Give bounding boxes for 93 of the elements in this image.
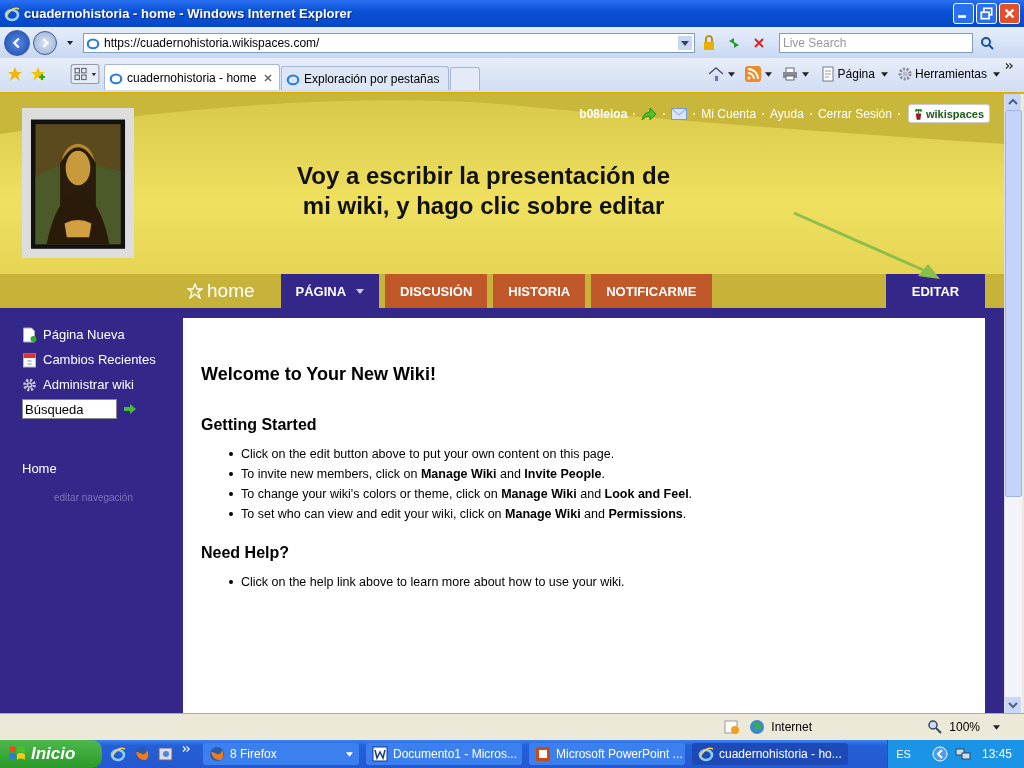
- scroll-up-icon[interactable]: [1005, 94, 1021, 110]
- warning-icon: [724, 719, 741, 735]
- section-heading: Getting Started: [201, 416, 318, 434]
- scrollbar[interactable]: [1004, 94, 1022, 713]
- window-title: cuadernohistoria - home - Windows Internet Explorer: [24, 6, 353, 21]
- wikispaces-logo[interactable]: wikispaces: [907, 104, 990, 123]
- taskbar-button[interactable]: Microsoft PowerPoint ...: [529, 743, 685, 765]
- home-icon[interactable]: [707, 66, 724, 82]
- page-icon: [819, 66, 836, 82]
- caret-icon[interactable]: [66, 38, 74, 47]
- star-icon: [187, 283, 203, 299]
- clock: 13:45: [981, 747, 1012, 761]
- chevron-icon[interactable]: [1005, 62, 1014, 70]
- scroll-down-icon[interactable]: [1005, 697, 1021, 713]
- ie-icon[interactable]: [110, 746, 126, 762]
- nav-tab[interactable]: NOTIFICARME: [591, 274, 712, 308]
- caret-icon: [880, 71, 888, 77]
- caret-icon[interactable]: [993, 724, 1000, 730]
- quick-tabs-icon[interactable]: [70, 64, 100, 84]
- bullet-icon: [229, 452, 233, 456]
- taskbar-button[interactable]: 8 Firefox: [203, 743, 359, 765]
- list-item: Click on the edit button above to put your own content on this page.: [241, 446, 615, 463]
- gear-icon: [22, 376, 37, 393]
- banner-text: Voy a escribir la presentación de mi wiki, y hago clic sobre editar: [297, 161, 671, 221]
- menu-button[interactable]: Herramientas: [892, 66, 1004, 82]
- printer-icon[interactable]: [781, 66, 798, 82]
- arrow-icon[interactable]: [123, 403, 137, 415]
- back-button[interactable]: [4, 29, 30, 56]
- dropdown-icon[interactable]: [678, 35, 692, 50]
- sidebar-item[interactable]: Cambios Recientes: [22, 347, 183, 372]
- browser-tab[interactable]: cuadernohistoria - home: [104, 64, 280, 90]
- ie-icon: [286, 71, 300, 86]
- caret-icon: [356, 288, 365, 294]
- search-field[interactable]: Búsqueda: [22, 399, 117, 419]
- caret-icon: [346, 751, 353, 757]
- browser-tab[interactable]: Exploración por pestañas: [281, 66, 449, 90]
- minimize-button[interactable]: [953, 3, 974, 24]
- close-button[interactable]: [999, 3, 1020, 24]
- search-icon[interactable]: [979, 34, 995, 51]
- forward-button[interactable]: [33, 30, 57, 55]
- add-star-icon[interactable]: [30, 66, 46, 82]
- bullet-icon: [229, 512, 233, 516]
- caret-icon[interactable]: [801, 71, 809, 77]
- list-item: To set who can view and edit your wiki, click on Manage Wiki and Permissions.: [241, 506, 687, 523]
- section-heading: Need Help?: [201, 544, 290, 562]
- arrow-icon[interactable]: [641, 106, 658, 121]
- firefox-icon[interactable]: [134, 746, 150, 762]
- bullet-icon: [229, 472, 233, 476]
- bullet-icon: [229, 492, 233, 496]
- minimize-icon: [958, 15, 966, 18]
- padlock-icon[interactable]: [701, 34, 717, 51]
- address-field[interactable]: https://cuadernohistoria.wikispaces.com/: [83, 32, 695, 53]
- list-item: To change your wiki's colors or theme, click on Manage Wiki and Look and Feel.: [241, 486, 693, 503]
- star-icon[interactable]: [7, 66, 23, 82]
- document-icon: [372, 746, 388, 762]
- firefox-icon: [209, 746, 225, 762]
- page-name: home: [207, 280, 255, 302]
- globe-icon: [749, 719, 766, 735]
- sidebar-item[interactable]: Página Nueva: [22, 322, 183, 347]
- restore-button[interactable]: [976, 3, 997, 24]
- restore-icon: [980, 7, 993, 20]
- calendar-icon: [22, 351, 37, 368]
- close-icon[interactable]: [263, 72, 273, 83]
- menu-button[interactable]: Página: [815, 66, 892, 82]
- caret-icon: [993, 71, 1000, 77]
- plant-icon: [913, 107, 923, 120]
- taskbar-button[interactable]: Documento1 - Micros...: [366, 743, 522, 765]
- nav-tab[interactable]: PÁGINA: [280, 274, 380, 308]
- zoom-level[interactable]: 100%: [949, 720, 980, 734]
- caret-icon[interactable]: [727, 71, 735, 77]
- slide-icon: [535, 746, 551, 762]
- network-icon[interactable]: [954, 746, 971, 762]
- nav-tab[interactable]: HISTORIA: [493, 274, 586, 308]
- new-page-icon: [22, 326, 37, 343]
- ie-icon: [109, 70, 123, 85]
- gear-icon: [896, 66, 913, 82]
- ie-icon: [698, 746, 714, 762]
- zoom-icon[interactable]: [927, 719, 944, 735]
- nav-link[interactable]: Home: [22, 461, 183, 476]
- security-zone: Internet: [771, 720, 813, 734]
- ie-icon: [4, 5, 20, 22]
- edit-button[interactable]: EDITAR: [886, 274, 985, 308]
- bullet-icon: [229, 580, 233, 584]
- page-title: Welcome to Your New Wiki!: [201, 364, 437, 385]
- list-item: To invite new members, click on Manage Wiki and Invite People.: [241, 466, 605, 483]
- list-item: Click on the help link above to learn more about how to use your wiki.: [241, 574, 625, 591]
- taskbar-button[interactable]: cuadernohistoria - ho...: [692, 743, 848, 765]
- search-field[interactable]: Live Search: [779, 32, 973, 53]
- caret-icon[interactable]: [764, 71, 772, 77]
- ie-icon: [86, 35, 100, 50]
- close-icon: [1003, 7, 1016, 20]
- sidebar-item[interactable]: Administrar wiki: [22, 372, 183, 397]
- nav-tab[interactable]: DISCUSIÓN: [385, 274, 488, 308]
